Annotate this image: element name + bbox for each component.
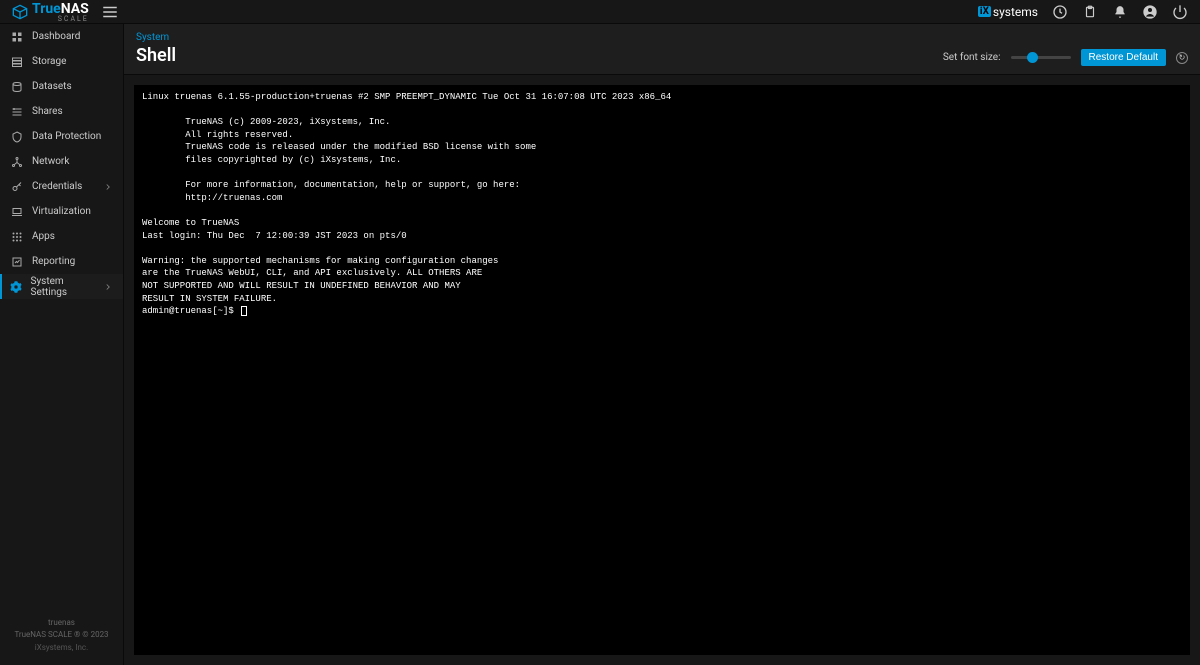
chevron-right-icon [103,282,113,292]
restore-default-button[interactable]: Restore Default [1081,49,1166,66]
sidebar-item-label: Reporting [32,256,75,267]
topbar-right: iXsystems [978,4,1188,20]
sidebar-item-label: Datasets [32,81,72,92]
network-icon [10,155,24,169]
logo-mark-icon [12,4,28,20]
sidebar-footer: truenas TrueNAS SCALE ® © 2023 iXsystems… [0,611,123,665]
sidebar: Dashboard Storage Datasets Shares Data P… [0,24,124,665]
sidebar-item-label: Credentials [32,181,82,192]
footer-company[interactable]: iXsystems, Inc. [4,642,119,655]
datasets-icon [10,80,24,94]
breadcrumb[interactable]: System [136,32,176,43]
storage-icon [10,55,24,69]
sidebar-item-dashboard[interactable]: Dashboard [0,24,123,49]
sidebar-item-system-settings[interactable]: System Settings [0,274,123,299]
sidebar-item-label: Dashboard [32,31,80,42]
sidebar-item-virtualization[interactable]: Virtualization [0,199,123,224]
hamburger-menu-icon[interactable] [101,3,119,21]
sidebar-item-label: Network [32,156,69,167]
sidebar-item-label: Virtualization [32,206,91,217]
sidebar-item-data-protection[interactable]: Data Protection [0,124,123,149]
chevron-right-icon [103,182,113,192]
slider-thumb[interactable] [1027,52,1038,63]
terminal-output: Linux truenas 6.1.55-production+truenas … [142,92,671,304]
bell-icon[interactable] [1112,4,1128,20]
topbar: TrueNAS SCALE iXsystems [0,0,1200,24]
reconnect-icon[interactable]: ↻ [1176,52,1188,64]
sidebar-item-datasets[interactable]: Datasets [0,74,123,99]
sidebar-item-network[interactable]: Network [0,149,123,174]
product-logo[interactable]: TrueNAS SCALE [12,1,89,23]
shield-icon [10,130,24,144]
footer-version: TrueNAS SCALE ® © 2023 [4,629,119,642]
sidebar-item-reporting[interactable]: Reporting [0,249,123,274]
shares-icon [10,105,24,119]
topbar-left: TrueNAS SCALE [12,1,119,23]
font-size-label: Set font size: [943,52,1001,63]
logo-text: TrueNAS SCALE [32,1,89,23]
sidebar-item-label: Shares [32,106,63,117]
sidebar-item-label: Data Protection [32,131,101,142]
main-content: System Shell Set font size: Restore Defa… [124,24,1200,665]
sidebar-item-storage[interactable]: Storage [0,49,123,74]
account-icon[interactable] [1142,4,1158,20]
ixsystems-logo[interactable]: iXsystems [978,5,1038,19]
clipboard-icon[interactable] [1082,4,1098,20]
chart-icon [10,255,24,269]
page-title: Shell [136,45,176,66]
sidebar-item-label: Storage [32,56,66,67]
terminal[interactable]: Linux truenas 6.1.55-production+truenas … [134,85,1190,655]
apps-icon [10,230,24,244]
sidebar-item-credentials[interactable]: Credentials [0,174,123,199]
sidebar-item-label: System Settings [31,276,95,298]
status-icon[interactable] [1052,4,1068,20]
gear-icon [10,280,23,294]
footer-hostname: truenas [4,617,119,630]
sidebar-item-apps[interactable]: Apps [0,224,123,249]
laptop-icon [10,205,24,219]
dashboard-icon [10,30,24,44]
sidebar-item-label: Apps [32,231,55,242]
power-icon[interactable] [1172,4,1188,20]
page-header: System Shell Set font size: Restore Defa… [124,24,1200,75]
font-size-slider[interactable] [1011,56,1071,59]
key-icon [10,180,24,194]
terminal-cursor [241,306,247,316]
terminal-prompt: admin@truenas[~]$ [142,306,239,316]
sidebar-item-shares[interactable]: Shares [0,99,123,124]
